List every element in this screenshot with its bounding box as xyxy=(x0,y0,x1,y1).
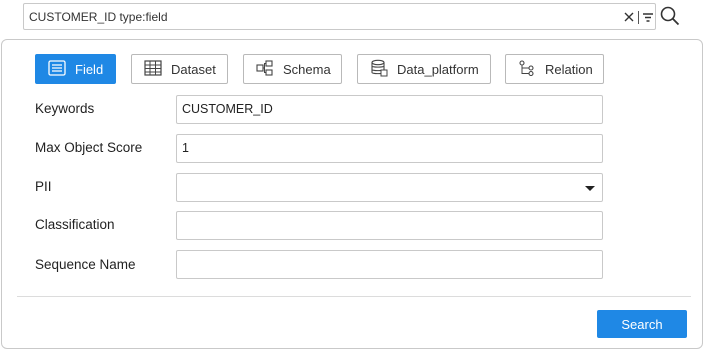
global-search-input[interactable]: CUSTOMER_ID type:field xyxy=(23,3,656,30)
database-icon xyxy=(370,59,388,80)
type-button-schema[interactable]: Schema xyxy=(243,54,342,84)
sequence-name-label: Sequence Name xyxy=(35,257,136,272)
type-button-label: Relation xyxy=(545,61,593,77)
type-button-relation[interactable]: Relation xyxy=(505,54,604,84)
type-button-label: Dataset xyxy=(171,61,216,77)
pii-label: PII xyxy=(35,179,52,194)
clear-icon[interactable] xyxy=(623,10,635,24)
pii-select[interactable] xyxy=(176,173,603,202)
classification-label: Classification xyxy=(35,217,115,232)
classification-input[interactable] xyxy=(176,211,603,240)
schema-icon xyxy=(256,59,274,79)
field-list-icon xyxy=(48,59,66,79)
divider xyxy=(17,296,691,297)
relation-icon xyxy=(518,59,536,79)
caret-down-icon xyxy=(585,186,595,191)
search-query-text: CUSTOMER_ID type:field xyxy=(29,10,168,24)
table-icon xyxy=(144,59,162,79)
separator xyxy=(638,11,639,24)
sequence-name-input[interactable] xyxy=(176,250,603,279)
keywords-label: Keywords xyxy=(35,101,95,116)
type-button-data-platform[interactable]: Data_platform xyxy=(357,54,491,84)
search-icon[interactable] xyxy=(659,5,681,27)
max-object-score-input[interactable]: 1 xyxy=(176,134,603,163)
advanced-search-panel: Field Dataset Schema Data_platform Relat… xyxy=(1,39,703,349)
type-button-label: Schema xyxy=(283,61,331,77)
type-button-dataset[interactable]: Dataset xyxy=(131,54,228,84)
keywords-input[interactable]: CUSTOMER_ID xyxy=(176,95,603,124)
type-button-label: Field xyxy=(75,61,104,77)
max-object-score-label: Max Object Score xyxy=(35,140,143,155)
type-button-label: Data_platform xyxy=(397,61,479,77)
search-button[interactable]: Search xyxy=(597,310,687,338)
filter-icon[interactable] xyxy=(642,11,654,24)
type-button-field[interactable]: Field xyxy=(35,54,116,84)
